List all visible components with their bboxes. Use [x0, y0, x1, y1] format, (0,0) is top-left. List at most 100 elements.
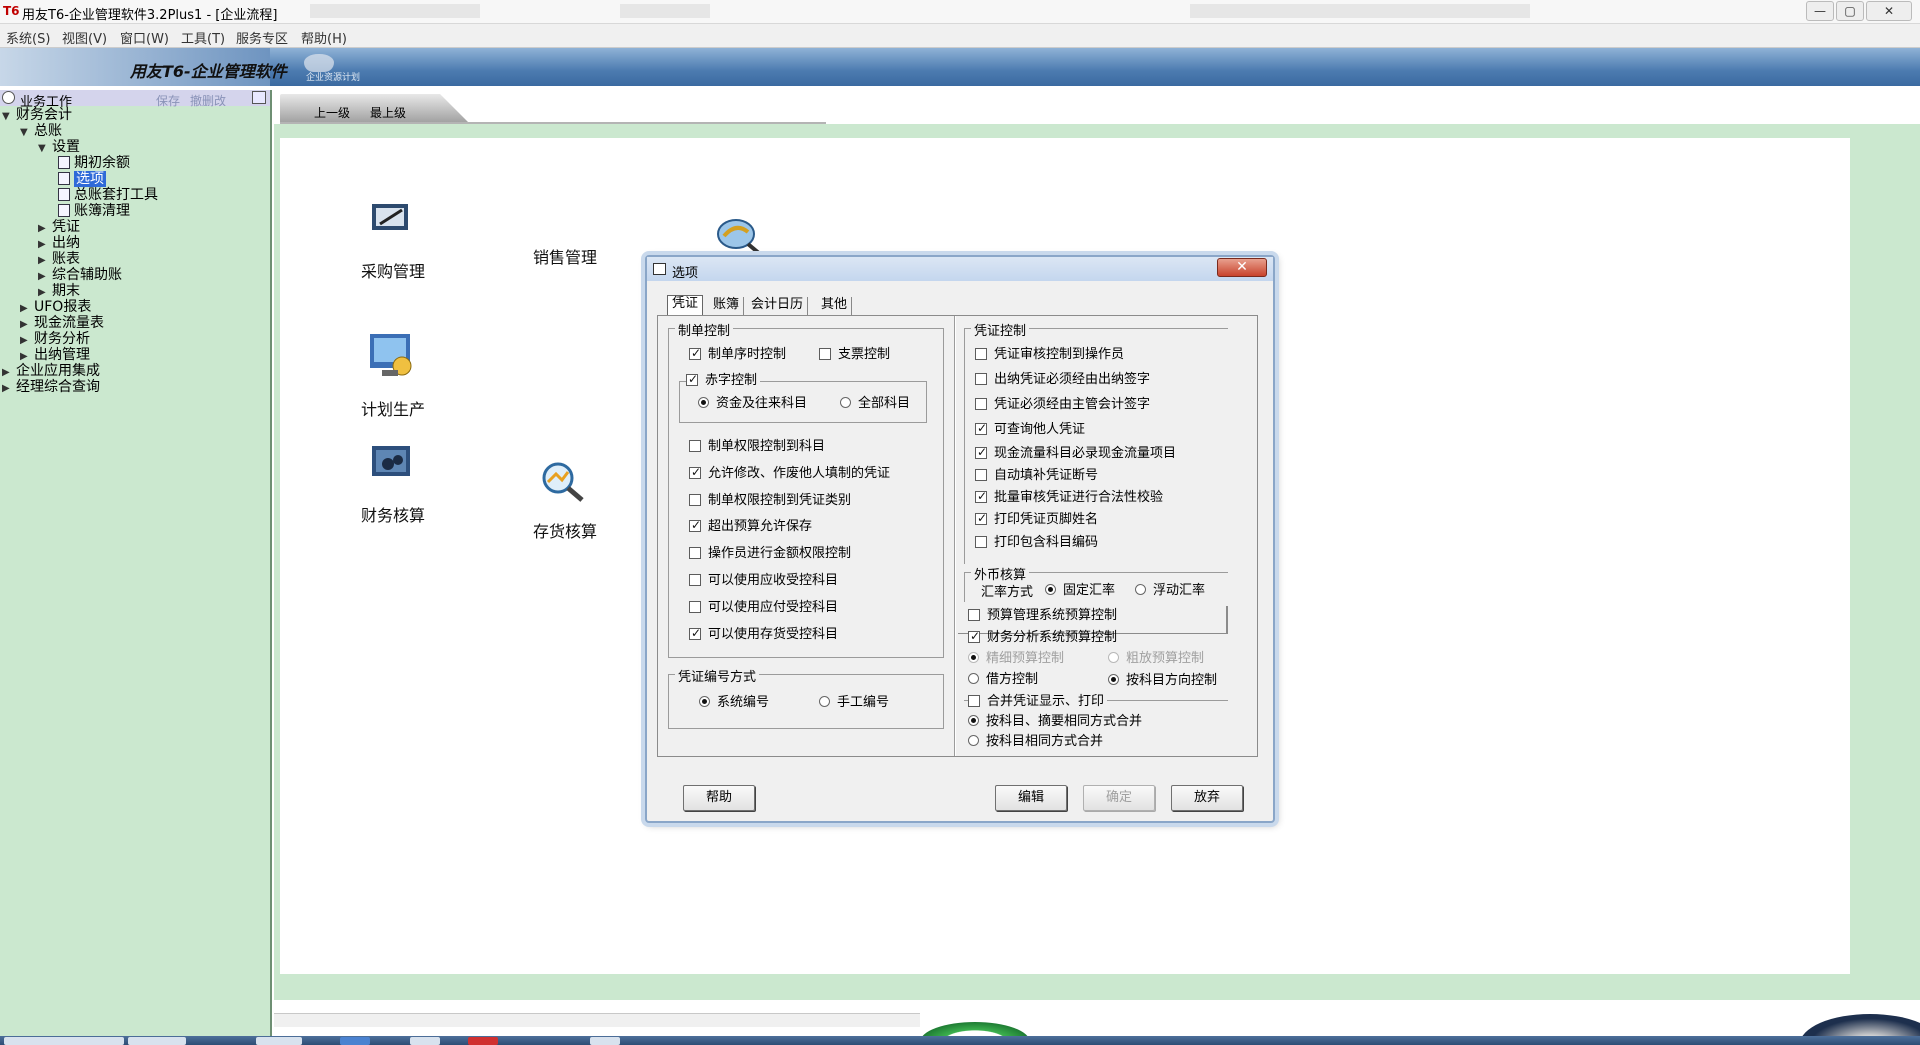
close-window-button[interactable]: ✕ — [1866, 1, 1912, 21]
menu-help[interactable]: 帮助(H) — [301, 28, 347, 47]
module-purchase[interactable]: 采购管理 — [358, 258, 428, 282]
tree-node-settings[interactable]: ▼ 设置 — [38, 139, 80, 155]
ok-button[interactable]: 确定 — [1083, 785, 1155, 811]
red-control-checkbox[interactable]: 赤字控制 — [686, 372, 761, 389]
tree-node-options[interactable]: 选项 — [58, 171, 106, 187]
help-button[interactable]: 帮助 — [683, 785, 755, 811]
menu-tools[interactable]: 工具(T) — [181, 28, 225, 47]
voucher-ctrl-option[interactable]: 凭证必须经由主管会计签字 — [975, 397, 1150, 413]
tree-node-cashier[interactable]: ▶ 出纳 — [38, 235, 80, 251]
voucher-control-option[interactable]: 可以使用应收受控科目 — [689, 573, 838, 589]
budget-sys-checkbox[interactable]: 预算管理系统预算控制 — [968, 608, 1117, 624]
tab-books[interactable]: 账簿 — [709, 297, 745, 315]
numbering-system-radio[interactable]: 系统编号 — [699, 695, 769, 711]
tab-other[interactable]: 其他 — [817, 297, 853, 315]
voucher-ctrl-option[interactable]: 打印凭证页脚姓名 — [975, 511, 1098, 528]
purchase-icon[interactable] — [370, 200, 410, 234]
tree-node-enterprise-integration[interactable]: ▶ 企业应用集成 — [2, 363, 100, 379]
horizontal-scrollbar[interactable] — [274, 1013, 920, 1027]
minimize-button[interactable]: — — [1806, 1, 1834, 21]
fine-budget-radio[interactable]: 精细预算控制 — [968, 651, 1064, 667]
tree-node-period-end[interactable]: ▶ 期末 — [38, 283, 80, 299]
maximize-button[interactable]: ▢ — [1836, 1, 1864, 21]
menu-view[interactable]: 视图(V) — [62, 28, 107, 47]
fin-analysis-budget-checkbox[interactable]: 财务分析系统预算控制 — [968, 629, 1117, 646]
tree-node-book-cleanup[interactable]: 账簿清理 — [58, 203, 130, 219]
finance-icon[interactable] — [370, 444, 412, 478]
tab-calendar[interactable]: 会计日历 — [747, 297, 809, 315]
menu-system[interactable]: 系统(S) — [6, 28, 50, 47]
red-funds-radio[interactable]: 资金及往来科目 — [698, 396, 807, 412]
voucher-ctrl-option[interactable]: 出纳凭证必须经由出纳签字 — [975, 372, 1150, 388]
expand-icon[interactable]: ▼ — [2, 109, 12, 125]
tree-node-ledger[interactable]: ▼ 总账 — [20, 123, 62, 139]
voucher-ctrl-option[interactable]: 打印包含科目编码 — [975, 535, 1098, 551]
taskbar-item[interactable] — [340, 1037, 370, 1045]
tab-voucher[interactable]: 凭证 — [667, 295, 704, 315]
voucher-control-option[interactable]: 制单权限控制到科目 — [689, 439, 825, 455]
voucher-control-option[interactable]: 操作员进行金额权限控制 — [689, 546, 851, 562]
taskbar-item[interactable] — [4, 1037, 124, 1045]
dialog-close-button[interactable]: ✕ — [1217, 258, 1267, 277]
tree-node-fin-analysis[interactable]: ▶ 财务分析 — [20, 331, 90, 347]
app-logo: T6 — [3, 4, 20, 18]
direction-control-radio[interactable]: 按科目方向控制 — [1108, 673, 1217, 689]
check-control-checkbox[interactable]: 支票控制 — [819, 347, 890, 363]
tree-node-finance[interactable]: ▼ 财务会计 — [2, 107, 72, 123]
voucher-ctrl-option[interactable]: 现金流量科目必录现金流量项目 — [975, 445, 1176, 462]
voucher-ctrl-option[interactable]: 可查询他人凭证 — [975, 421, 1085, 438]
breadcrumb-top-link[interactable]: 最上级 — [370, 104, 406, 121]
edit-button[interactable]: 编辑 — [995, 785, 1067, 811]
voucher-ctrl-option[interactable]: 自动填补凭证断号 — [975, 468, 1098, 484]
voucher-control-option[interactable]: 超出预算允许保存 — [689, 518, 812, 535]
merge-by-account-radio[interactable]: 按科目相同方式合并 — [968, 734, 1103, 750]
taskbar-item[interactable] — [128, 1037, 186, 1045]
nav-save-button[interactable]: 保存 — [156, 92, 180, 109]
tree-node-print-tool[interactable]: 总账套打工具 — [58, 187, 158, 203]
taskbar-item[interactable] — [590, 1037, 620, 1045]
module-finance[interactable]: 财务核算 — [358, 502, 428, 526]
inventory-icon[interactable] — [536, 460, 590, 504]
nav-delete-button[interactable]: 撤删改 — [190, 92, 226, 109]
merge-by-account-summary-radio[interactable]: 按科目、摘要相同方式合并 — [968, 714, 1142, 730]
tree-node-aux-ledger[interactable]: ▶ 综合辅助账 — [38, 267, 122, 283]
expand-icon[interactable]: ▶ — [2, 381, 12, 397]
planning-icon[interactable] — [368, 332, 418, 380]
voucher-control-option[interactable]: 可以使用存货受控科目 — [689, 626, 838, 643]
menu-service[interactable]: 服务专区 — [236, 28, 288, 47]
numbering-manual-radio[interactable]: 手工编号 — [819, 695, 889, 711]
menu-window[interactable]: 窗口(W) — [120, 28, 169, 47]
merge-voucher-checkbox[interactable]: 合并凭证显示、打印 — [968, 694, 1108, 710]
forex-fixed-radio[interactable]: 固定汇率 — [1045, 583, 1115, 599]
module-inventory[interactable]: 存货核算 — [530, 518, 600, 542]
seq-control-checkbox[interactable]: 制单序时控制 — [689, 346, 786, 363]
voucher-ctrl-option[interactable]: 批量审核凭证进行合法性校验 — [975, 489, 1163, 506]
dialog-title-bar[interactable]: 选项 ✕ — [647, 257, 1273, 281]
forex-floating-radio[interactable]: 浮动汇率 — [1135, 583, 1205, 599]
module-sales[interactable]: 销售管理 — [530, 244, 600, 268]
pin-icon[interactable] — [252, 91, 266, 104]
taskbar-item[interactable] — [468, 1037, 498, 1045]
tree-node-voucher[interactable]: ▶ 凭证 — [38, 219, 80, 235]
tree-node-reports[interactable]: ▶ 账表 — [38, 251, 80, 267]
taskbar-item[interactable] — [256, 1037, 302, 1045]
breadcrumb-up-link[interactable]: 上一级 — [314, 104, 350, 121]
voucher-ctrl-option[interactable]: 凭证审核控制到操作员 — [975, 347, 1124, 363]
module-planning[interactable]: 计划生产 — [358, 396, 428, 420]
tree-node-opening-balance[interactable]: 期初余额 — [58, 155, 130, 171]
voucher-control-option[interactable]: 允许修改、作废他人填制的凭证 — [689, 465, 890, 482]
taskbar-item[interactable] — [410, 1037, 440, 1045]
cancel-button[interactable]: 放弃 — [1171, 785, 1243, 811]
expand-icon[interactable]: ▼ — [20, 125, 30, 141]
tree-node-ufo-report[interactable]: ▶ UFO报表 — [20, 299, 91, 315]
sales-icon[interactable] — [714, 216, 770, 256]
voucher-control-option[interactable]: 可以使用应付受控科目 — [689, 600, 838, 616]
voucher-control-option[interactable]: 制单权限控制到凭证类别 — [689, 493, 851, 509]
expand-icon[interactable]: ▼ — [38, 141, 48, 157]
tree-node-manager-query[interactable]: ▶ 经理综合查询 — [2, 379, 100, 395]
debit-control-radio[interactable]: 借方控制 — [968, 672, 1038, 688]
red-all-radio[interactable]: 全部科目 — [840, 396, 910, 412]
rough-budget-radio[interactable]: 粗放预算控制 — [1108, 651, 1204, 667]
tree-node-cashier-mgmt[interactable]: ▶ 出纳管理 — [20, 347, 90, 363]
tree-node-cash-flow[interactable]: ▶ 现金流量表 — [20, 315, 104, 331]
